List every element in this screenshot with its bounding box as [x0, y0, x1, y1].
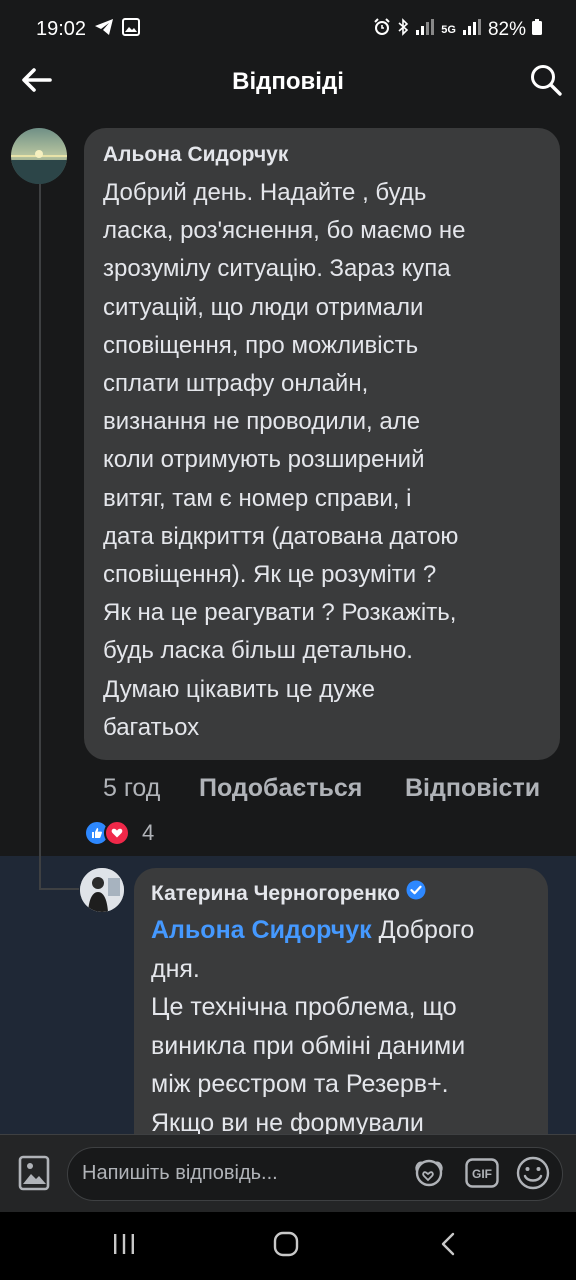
reply-input[interactable]: Напишіть відповідь... GIF: [67, 1147, 563, 1201]
comment-time: 5 год: [103, 773, 161, 802]
telegram-icon: [94, 18, 114, 41]
avatar[interactable]: [11, 128, 67, 184]
search-button[interactable]: [526, 62, 566, 102]
reply-composer: Напишіть відповідь... GIF: [0, 1134, 576, 1212]
reply-text-line3: Це технічна проблема, що: [151, 993, 457, 1021]
reply-input-placeholder: Напишіть відповідь...: [82, 1162, 278, 1184]
top-header: Відповіді: [0, 60, 576, 104]
emoji-button[interactable]: [514, 1156, 552, 1195]
alarm-icon: [373, 18, 391, 42]
page-title: Відповіді: [232, 68, 344, 95]
svg-text:GIF: GIF: [472, 1167, 492, 1181]
battery-icon: [532, 19, 542, 41]
recent-apps-icon: [112, 1233, 136, 1260]
gif-button[interactable]: GIF: [463, 1157, 501, 1193]
avatar-sticker-icon: [411, 1157, 447, 1194]
reactions-summary[interactable]: 4: [84, 820, 154, 846]
status-bar: 19:02 5G 82%: [0, 0, 576, 60]
avatar-sticker-button[interactable]: [410, 1158, 448, 1192]
system-nav-bar: [0, 1212, 576, 1280]
network-type: 5G: [441, 24, 456, 36]
verified-badge-icon: [406, 880, 426, 907]
chevron-left-icon: [440, 1232, 456, 1261]
mention-link[interactable]: Альона Сидорчук: [151, 916, 372, 944]
love-icon: [104, 820, 130, 846]
comment-actions: 5 год Подобається Відповісти: [103, 770, 540, 806]
photo-icon: [18, 1155, 50, 1196]
home-button[interactable]: [266, 1230, 306, 1262]
gif-icon: GIF: [465, 1157, 499, 1193]
like-button[interactable]: Подобається: [199, 774, 405, 803]
reply-text-line2: дня.: [151, 954, 200, 983]
status-time: 19:02: [36, 18, 87, 40]
comment-text: Добрий день. Надайте , будь ласка, роз'я…: [103, 179, 466, 741]
reply-button[interactable]: Відповісти: [405, 774, 540, 803]
emoji-icon: [516, 1156, 550, 1195]
battery-percent: 82%: [487, 19, 526, 40]
avatar[interactable]: [80, 868, 124, 912]
reply-text-line1: Доброго: [371, 916, 475, 944]
recent-apps-button[interactable]: [104, 1230, 144, 1262]
reply-text: Альона Сидорчук Доброго дня. Це технічна…: [151, 911, 532, 1142]
comment-bubble[interactable]: Альона Сидорчук Добрий день. Надайте , б…: [84, 128, 560, 760]
reply-text-line5: між реєстром та Резерв+.: [151, 1070, 449, 1098]
image-icon: [122, 18, 140, 41]
thread-line: [39, 184, 41, 890]
signal-icon: [415, 19, 435, 41]
comment-author[interactable]: Альона Сидорчук: [103, 142, 542, 168]
reply-text-line4: виникла при обміні даними: [151, 1031, 466, 1060]
thread-connector: [39, 888, 79, 890]
search-icon: [529, 63, 563, 102]
system-back-button[interactable]: [428, 1230, 468, 1262]
home-icon: [273, 1231, 299, 1262]
reply-author[interactable]: Катерина Черногоренко: [151, 881, 400, 907]
reaction-count: 4: [142, 820, 155, 845]
signal-icon-2: [462, 19, 482, 41]
reply-bubble[interactable]: Катерина Черногоренко Альона Сидорчук До…: [134, 868, 548, 1168]
bluetooth-icon: [397, 18, 409, 42]
add-photo-button[interactable]: [16, 1155, 52, 1196]
